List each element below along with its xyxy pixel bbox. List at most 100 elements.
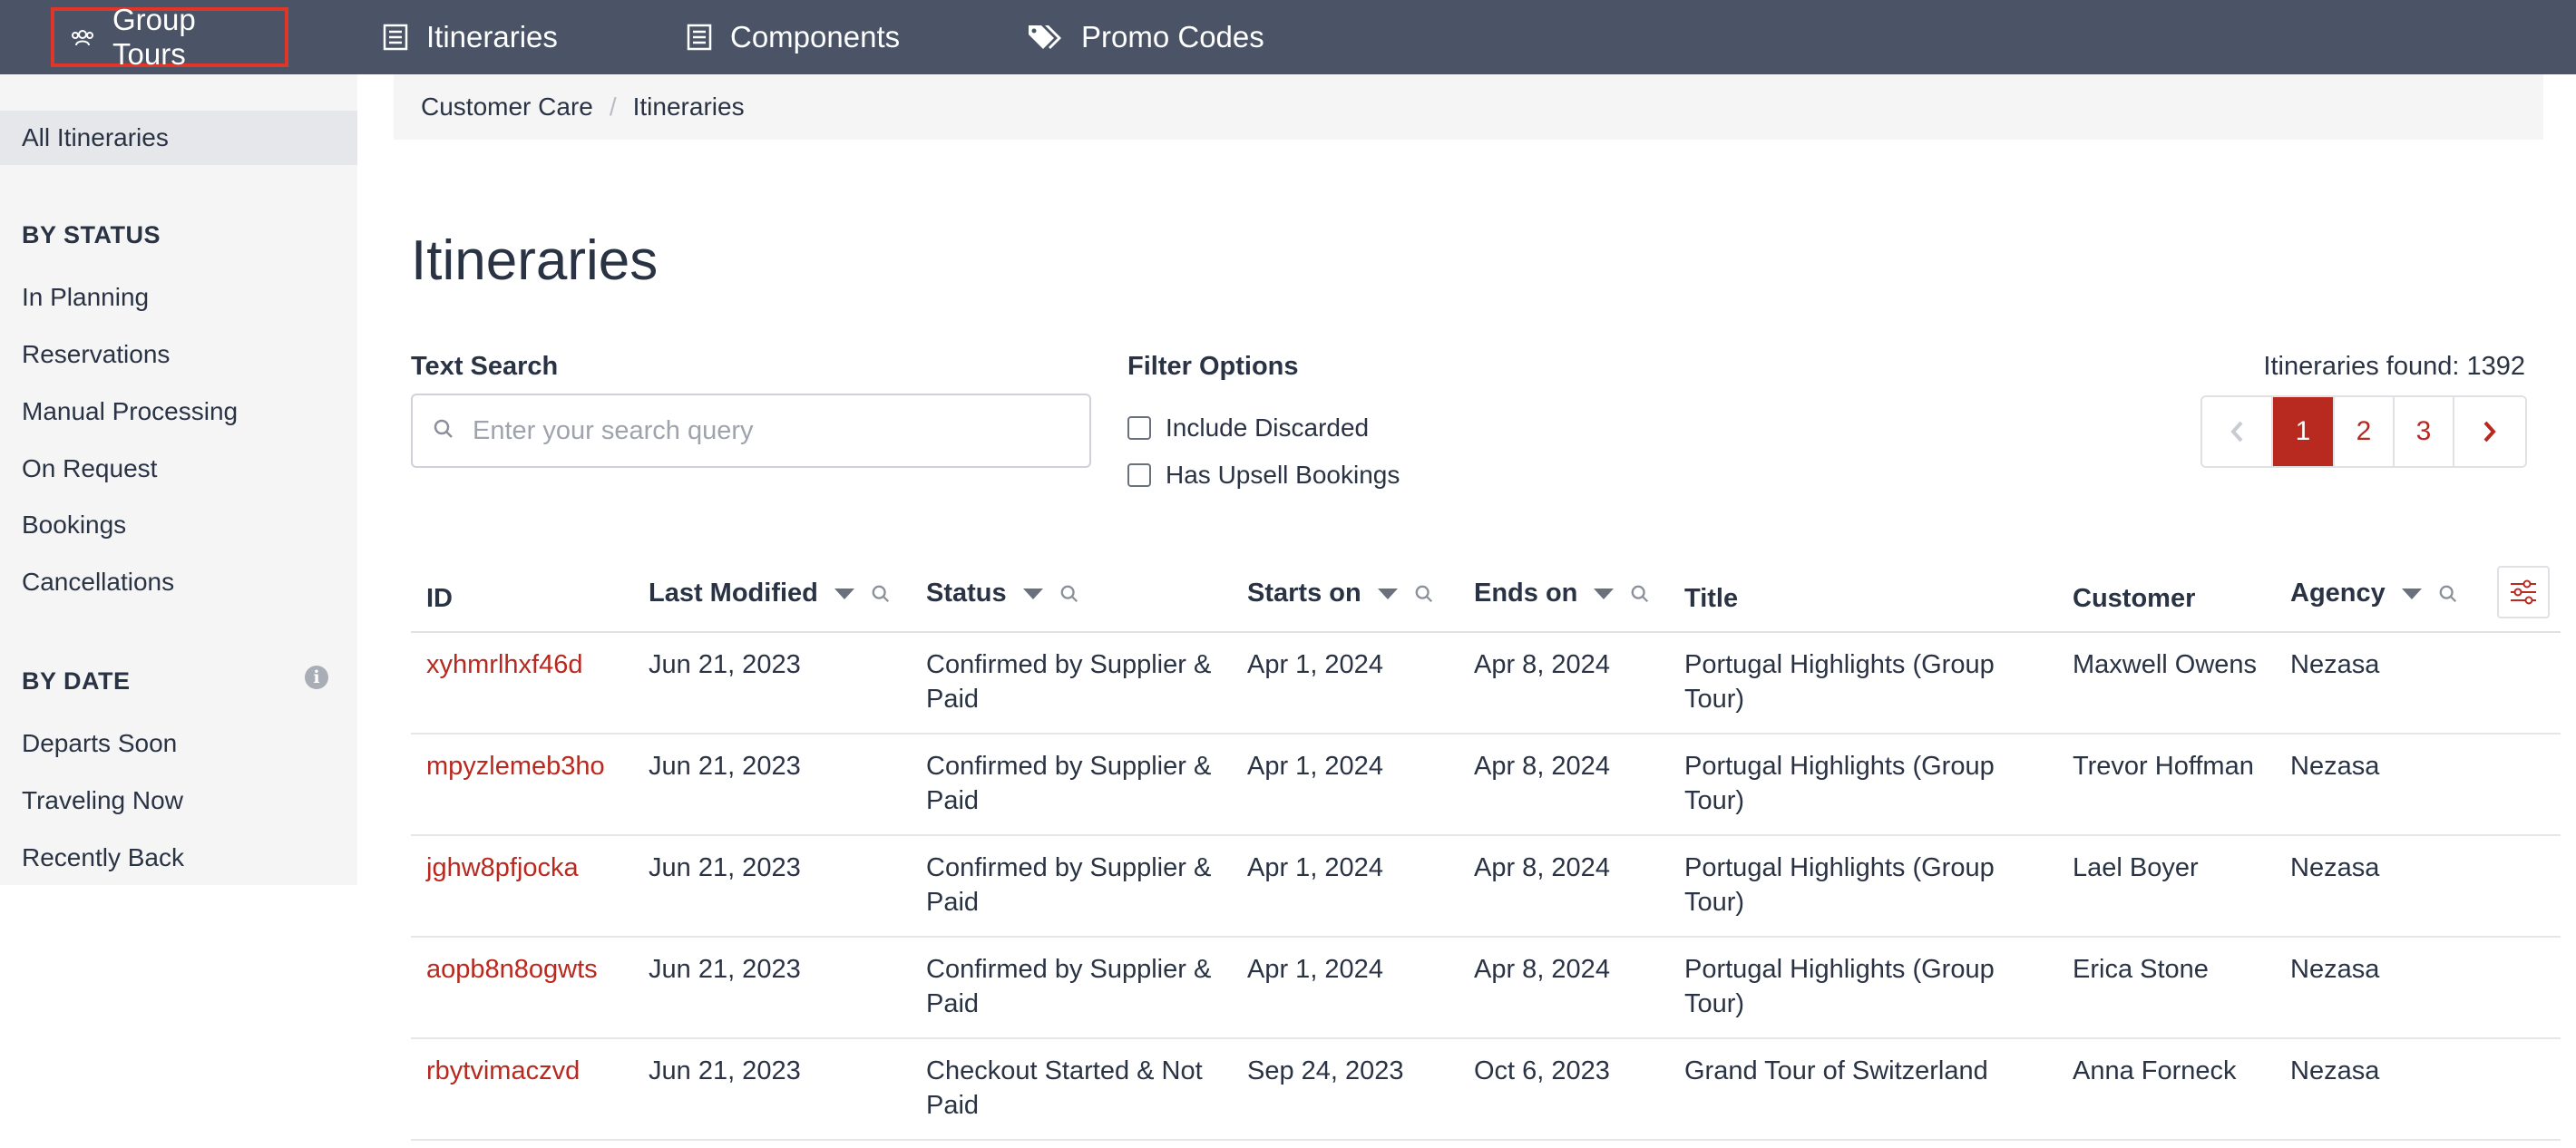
nav-itineraries[interactable]: Itineraries (383, 7, 558, 67)
nav-components[interactable]: Components (687, 7, 900, 67)
cell-agency: Nezasa (2290, 853, 2380, 882)
sidebar-item-all-itineraries[interactable]: All Itineraries (0, 111, 357, 165)
sidebar-item-traveling-now[interactable]: Traveling Now (22, 786, 183, 815)
search-icon[interactable] (871, 584, 891, 604)
table-row[interactable]: xyhmrlhxf46d Jun 21, 2023 Confirmed by S… (411, 633, 2561, 735)
cell-ends-on: Apr 8, 2024 (1474, 955, 1610, 984)
cell-id[interactable]: jghw8pfjocka (426, 851, 579, 885)
sort-caret-icon[interactable] (834, 588, 854, 599)
checkbox-label: Has Upsell Bookings (1166, 461, 1400, 489)
results-count: Itineraries found: 1392 (2263, 352, 2525, 381)
filter-options-label: Filter Options (1127, 352, 1299, 381)
group-icon (71, 28, 94, 46)
sidebar-heading-by-date: BY DATE (22, 667, 131, 695)
sort-caret-icon[interactable] (2401, 588, 2422, 599)
breadcrumb-separator: / (609, 92, 617, 121)
cell-id[interactable]: aopb8n8ogwts (426, 952, 598, 987)
nav-label: Promo Codes (1081, 20, 1264, 54)
column-header-starts-on[interactable]: Starts on (1247, 579, 1434, 608)
pagination-page-3[interactable]: 3 (2395, 397, 2454, 466)
table-row[interactable]: mpyzlemeb3ho Jun 21, 2023 Confirmed by S… (411, 735, 2561, 836)
cell-id[interactable]: rbytvimaczvd (426, 1054, 580, 1088)
cell-starts-on: Apr 1, 2024 (1247, 752, 1383, 781)
table-row[interactable]: jghw8pfjocka Jun 21, 2023 Confirmed by S… (411, 836, 2561, 938)
cell-title: Portugal Highlights (Group Tour) (1684, 853, 1995, 917)
cell-status: Confirmed by Supplier & Paid (926, 853, 1212, 917)
cell-customer: Trevor Hoffman (2073, 752, 2254, 781)
sidebar-item-bookings[interactable]: Bookings (22, 511, 126, 540)
sidebar-item-cancellations[interactable]: Cancellations (22, 568, 174, 597)
chevron-left-icon (2230, 421, 2243, 443)
breadcrumb-itineraries: Itineraries (632, 92, 745, 121)
cell-agency: Nezasa (2290, 1056, 2380, 1085)
column-header-agency[interactable]: Agency (2290, 579, 2458, 608)
sidebar-item-departs-soon[interactable]: Departs Soon (22, 729, 177, 758)
filter-has-upsell-bookings[interactable]: Has Upsell Bookings (1127, 461, 1400, 490)
checkbox-has-upsell-bookings[interactable] (1127, 463, 1151, 487)
checkbox-include-discarded[interactable] (1127, 416, 1151, 440)
cell-last-modified: Jun 21, 2023 (649, 955, 801, 984)
search-icon[interactable] (1059, 584, 1079, 604)
cell-last-modified: Jun 21, 2023 (649, 650, 801, 679)
search-icon[interactable] (1630, 584, 1650, 604)
sidebar-item-manual-processing[interactable]: Manual Processing (22, 397, 238, 426)
top-nav: Group Tours Itineraries Components Promo… (0, 0, 2576, 74)
cell-customer: Anna Forneck (2073, 1056, 2237, 1085)
cell-title: Portugal Highlights (Group Tour) (1684, 650, 1995, 714)
sort-caret-icon[interactable] (1377, 588, 1398, 599)
sidebar-item-on-request[interactable]: On Request (22, 454, 157, 483)
cell-ends-on: Oct 6, 2023 (1474, 1056, 1610, 1085)
column-header-id[interactable]: ID (426, 584, 453, 614)
search-icon[interactable] (1414, 584, 1434, 604)
cell-status: Confirmed by Supplier & Paid (926, 752, 1212, 815)
search-input[interactable] (473, 415, 1053, 446)
cell-status: Checkout Started & Not Paid (926, 1056, 1203, 1120)
table-body: xyhmrlhxf46d Jun 21, 2023 Confirmed by S… (411, 633, 2561, 1141)
checkbox-label: Include Discarded (1166, 413, 1370, 442)
cell-customer: Lael Boyer (2073, 853, 2199, 882)
table-row[interactable]: rbytvimaczvd Jun 21, 2023 Checkout Start… (411, 1039, 2561, 1141)
cell-starts-on: Apr 1, 2024 (1247, 650, 1383, 679)
search-box (411, 394, 1091, 468)
nav-label: Group Tours (112, 3, 196, 71)
info-icon[interactable]: i (305, 666, 328, 689)
sidebar-item-in-planning[interactable]: In Planning (22, 283, 149, 312)
itineraries-table: ID Last Modified Status Starts on Ends o… (411, 559, 2561, 1141)
column-header-title[interactable]: Title (1684, 584, 1738, 614)
column-header-status[interactable]: Status (926, 579, 1079, 608)
sliders-icon (2511, 579, 2536, 605)
cell-ends-on: Apr 8, 2024 (1474, 650, 1610, 679)
breadcrumb: Customer Care / Itineraries (394, 74, 2543, 140)
cell-customer: Erica Stone (2073, 955, 2209, 984)
sidebar-item-recently-back[interactable]: Recently Back (22, 843, 184, 872)
chevron-right-icon (2483, 421, 2496, 443)
nav-promo-codes[interactable]: Promo Codes (1027, 7, 1264, 67)
column-header-last-modified[interactable]: Last Modified (649, 579, 891, 608)
column-header-customer[interactable]: Customer (2073, 584, 2195, 614)
list-icon (383, 24, 408, 51)
search-icon[interactable] (2438, 584, 2458, 604)
breadcrumb-customer-care[interactable]: Customer Care (421, 92, 593, 122)
cell-agency: Nezasa (2290, 650, 2380, 679)
sort-caret-icon[interactable] (1022, 588, 1043, 599)
pagination-prev-button[interactable] (2202, 397, 2273, 466)
table-row[interactable]: aopb8n8ogwts Jun 21, 2023 Confirmed by S… (411, 938, 2561, 1039)
cell-id[interactable]: xyhmrlhxf46d (426, 647, 582, 682)
pagination-page-2[interactable]: 2 (2335, 397, 2395, 466)
cell-agency: Nezasa (2290, 955, 2380, 984)
cell-last-modified: Jun 21, 2023 (649, 752, 801, 781)
filter-include-discarded[interactable]: Include Discarded (1127, 413, 1369, 443)
pagination-page-1[interactable]: 1 (2273, 397, 2335, 466)
cell-title: Portugal Highlights (Group Tour) (1684, 752, 1995, 815)
nav-group-tours[interactable]: Group Tours (51, 3, 288, 71)
column-header-ends-on[interactable]: Ends on (1474, 579, 1650, 608)
cell-id[interactable]: mpyzlemeb3ho (426, 749, 605, 783)
sidebar-item-reservations[interactable]: Reservations (22, 340, 170, 369)
column-settings-button[interactable] (2497, 566, 2550, 618)
cell-title: Portugal Highlights (Group Tour) (1684, 955, 1995, 1018)
cell-last-modified: Jun 21, 2023 (649, 1056, 801, 1085)
pagination-next-button[interactable] (2454, 397, 2525, 466)
sort-caret-icon[interactable] (1594, 588, 1615, 599)
table-header: ID Last Modified Status Starts on Ends o… (411, 559, 2561, 633)
cell-customer: Maxwell Owens (2073, 650, 2258, 679)
